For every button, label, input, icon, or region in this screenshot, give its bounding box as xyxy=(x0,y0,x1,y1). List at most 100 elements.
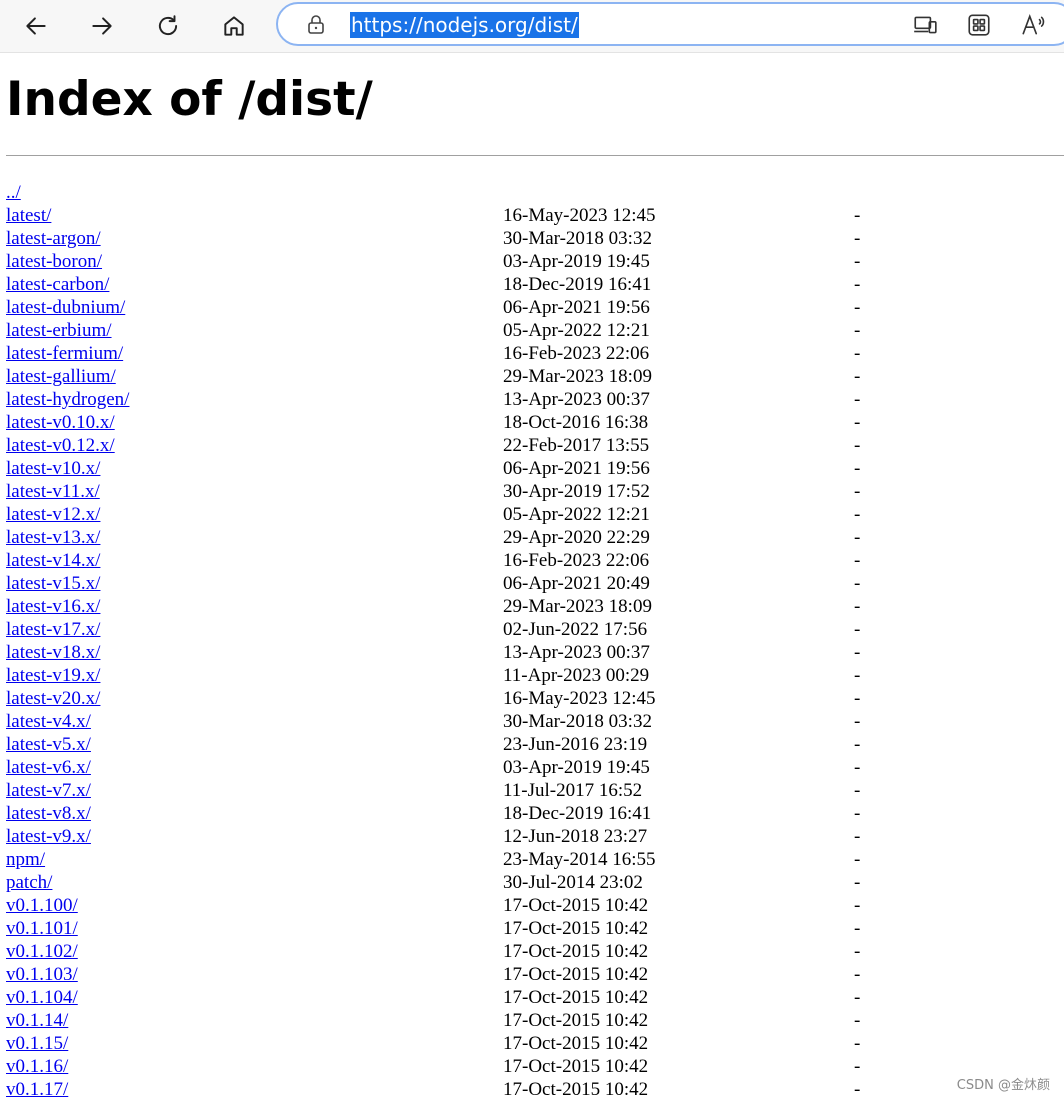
refresh-button[interactable] xyxy=(146,4,190,48)
modified-date: 17-Oct-2015 10:42 xyxy=(503,987,649,1008)
file-size: - xyxy=(854,412,861,433)
directory-link[interactable]: latest-v0.10.x/ xyxy=(6,411,115,434)
parent-directory-link[interactable]: ../ xyxy=(6,181,21,204)
home-button[interactable] xyxy=(212,4,256,48)
directory-link[interactable]: latest/ xyxy=(6,204,51,227)
directory-link[interactable]: patch/ xyxy=(6,871,52,894)
list-item: latest-v6.x/03-Apr-2019 19:45 - xyxy=(6,756,1064,779)
file-size: - xyxy=(854,481,861,502)
directory-link[interactable]: latest-fermium/ xyxy=(6,342,123,365)
directory-link[interactable]: latest-hydrogen/ xyxy=(6,388,129,411)
modified-date: 22-Feb-2017 13:55 xyxy=(503,435,650,456)
list-item: v0.1.17/17-Oct-2015 10:42 - xyxy=(6,1078,1064,1101)
address-bar[interactable]: https://nodejs.org/dist/ xyxy=(276,2,1064,46)
modified-date: 12-Jun-2018 23:27 xyxy=(503,826,648,847)
list-item: latest-v11.x/30-Apr-2019 17:52 - xyxy=(6,480,1064,503)
directory-link[interactable]: v0.1.17/ xyxy=(6,1078,68,1101)
read-aloud-button[interactable] xyxy=(1020,12,1046,38)
lock-icon[interactable] xyxy=(304,13,328,37)
file-size: - xyxy=(854,1010,861,1031)
directory-link[interactable]: v0.1.102/ xyxy=(6,940,78,963)
file-size: - xyxy=(854,918,861,939)
directory-link[interactable]: latest-v10.x/ xyxy=(6,457,100,480)
file-size: - xyxy=(854,504,861,525)
directory-link[interactable]: latest-v17.x/ xyxy=(6,618,100,641)
directory-link[interactable]: latest-erbium/ xyxy=(6,319,112,342)
modified-date: 30-Mar-2018 03:32 xyxy=(503,711,652,732)
modified-date: 23-Jun-2016 23:19 xyxy=(503,734,648,755)
directory-link[interactable]: latest-boron/ xyxy=(6,250,102,273)
file-size: - xyxy=(854,297,861,318)
directory-link[interactable]: latest-v6.x/ xyxy=(6,756,91,779)
directory-link[interactable]: latest-carbon/ xyxy=(6,273,109,296)
directory-link[interactable]: latest-v15.x/ xyxy=(6,572,100,595)
file-size: - xyxy=(854,366,861,387)
modified-date: 06-Apr-2021 19:56 xyxy=(503,458,650,479)
modified-date: 17-Oct-2015 10:42 xyxy=(503,895,649,916)
list-item: latest-v12.x/05-Apr-2022 12:21 - xyxy=(6,503,1064,526)
forward-button[interactable] xyxy=(80,4,124,48)
modified-date: 02-Jun-2022 17:56 xyxy=(503,619,648,640)
directory-link[interactable]: latest-v20.x/ xyxy=(6,687,100,710)
list-item: v0.1.15/17-Oct-2015 10:42 - xyxy=(6,1032,1064,1055)
back-button[interactable] xyxy=(14,4,58,48)
directory-link[interactable]: latest-v18.x/ xyxy=(6,641,100,664)
url-text[interactable]: https://nodejs.org/dist/ xyxy=(350,12,579,38)
list-item: latest-v17.x/02-Jun-2022 17:56 - xyxy=(6,618,1064,641)
list-item: latest-v18.x/13-Apr-2023 00:37 - xyxy=(6,641,1064,664)
directory-link[interactable]: latest-v16.x/ xyxy=(6,595,100,618)
file-size: - xyxy=(854,343,861,364)
modified-date: 29-Mar-2023 18:09 xyxy=(503,366,652,387)
directory-link[interactable]: v0.1.103/ xyxy=(6,963,78,986)
directory-link[interactable]: npm/ xyxy=(6,848,45,871)
directory-link[interactable]: latest-v9.x/ xyxy=(6,825,91,848)
directory-link[interactable]: latest-v13.x/ xyxy=(6,526,100,549)
directory-link[interactable]: latest-v4.x/ xyxy=(6,710,91,733)
modified-date: 13-Apr-2023 00:37 xyxy=(503,642,650,663)
directory-link[interactable]: v0.1.16/ xyxy=(6,1055,68,1078)
list-item: latest-v5.x/23-Jun-2016 23:19 - xyxy=(6,733,1064,756)
modified-date: 18-Dec-2019 16:41 xyxy=(503,274,652,295)
directory-link[interactable]: latest-v8.x/ xyxy=(6,802,91,825)
directory-link[interactable]: v0.1.15/ xyxy=(6,1032,68,1055)
file-size: - xyxy=(854,573,861,594)
directory-link[interactable]: v0.1.14/ xyxy=(6,1009,68,1032)
list-item: latest-boron/03-Apr-2019 19:45 - xyxy=(6,250,1064,273)
directory-link[interactable]: latest-v0.12.x/ xyxy=(6,434,115,457)
list-item: latest-v0.10.x/18-Oct-2016 16:38 - xyxy=(6,411,1064,434)
list-item: v0.1.102/17-Oct-2015 10:42 - xyxy=(6,940,1064,963)
file-size: - xyxy=(854,205,861,226)
directory-link[interactable]: latest-v11.x/ xyxy=(6,480,100,503)
list-item: latest-v13.x/29-Apr-2020 22:29 - xyxy=(6,526,1064,549)
directory-link[interactable]: latest-v19.x/ xyxy=(6,664,100,687)
directory-link[interactable]: latest-v12.x/ xyxy=(6,503,100,526)
file-size: - xyxy=(854,1079,861,1100)
apps-button[interactable] xyxy=(966,12,992,38)
directory-link[interactable]: latest-v7.x/ xyxy=(6,779,91,802)
apps-grid-icon xyxy=(968,14,990,36)
modified-date: 17-Oct-2015 10:42 xyxy=(503,1056,649,1077)
directory-link[interactable]: latest-v14.x/ xyxy=(6,549,100,572)
directory-link[interactable]: latest-dubnium/ xyxy=(6,296,125,319)
directory-link[interactable]: latest-argon/ xyxy=(6,227,101,250)
list-item: v0.1.14/17-Oct-2015 10:42 - xyxy=(6,1009,1064,1032)
list-item: v0.1.101/17-Oct-2015 10:42 - xyxy=(6,917,1064,940)
directory-link[interactable]: latest-gallium/ xyxy=(6,365,116,388)
directory-link[interactable]: v0.1.100/ xyxy=(6,894,78,917)
directory-link[interactable]: v0.1.104/ xyxy=(6,986,78,1009)
modified-date: 03-Apr-2019 19:45 xyxy=(503,757,650,778)
modified-date: 29-Apr-2020 22:29 xyxy=(503,527,650,548)
directory-link[interactable]: v0.1.101/ xyxy=(6,917,78,940)
modified-date: 03-Apr-2019 19:45 xyxy=(503,251,650,272)
modified-date: 11-Apr-2023 00:29 xyxy=(503,665,650,686)
modified-date: 30-Jul-2014 23:02 xyxy=(503,872,643,893)
list-item: v0.1.100/17-Oct-2015 10:42 - xyxy=(6,894,1064,917)
directory-link[interactable]: latest-v5.x/ xyxy=(6,733,91,756)
devices-button[interactable] xyxy=(912,12,938,38)
modified-date: 16-May-2023 12:45 xyxy=(503,688,656,709)
modified-date: 05-Apr-2022 12:21 xyxy=(503,504,650,525)
modified-date: 06-Apr-2021 20:49 xyxy=(503,573,650,594)
modified-date: 18-Dec-2019 16:41 xyxy=(503,803,652,824)
list-item: latest-carbon/18-Dec-2019 16:41 - xyxy=(6,273,1064,296)
refresh-icon xyxy=(158,15,178,36)
